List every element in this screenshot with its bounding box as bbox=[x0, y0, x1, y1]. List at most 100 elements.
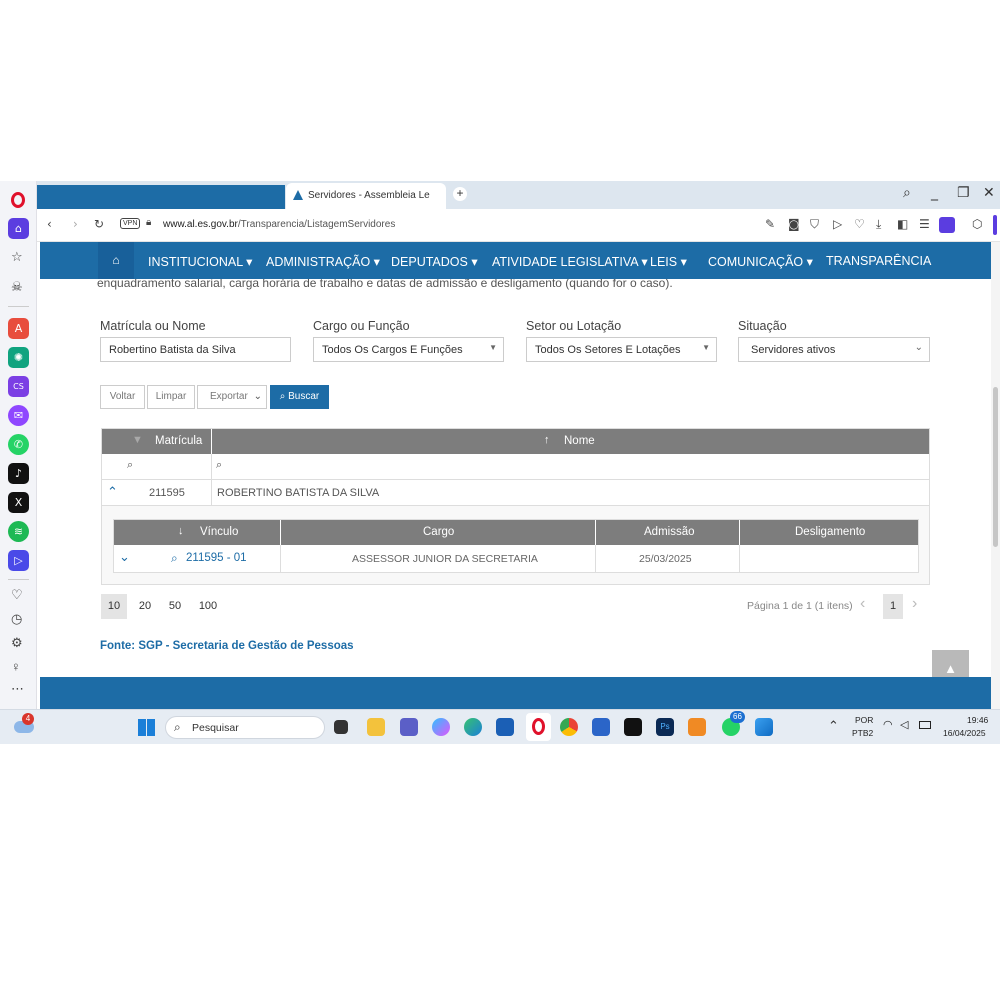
nav-transparencia[interactable]: TRANSPARÊNCIA bbox=[826, 254, 931, 268]
voltar-button[interactable]: Voltar bbox=[100, 385, 145, 409]
chatgpt-icon[interactable]: ✺ bbox=[8, 347, 29, 368]
battery-icon[interactable] bbox=[919, 721, 931, 729]
file-explorer-icon[interactable] bbox=[367, 718, 385, 736]
nav-institucional[interactable]: INSTITUCIONAL ▾ bbox=[148, 254, 252, 269]
page-size-10[interactable]: 10 bbox=[101, 594, 127, 619]
opera-taskbar-icon[interactable] bbox=[526, 713, 551, 741]
messenger-icon[interactable]: ✉ bbox=[8, 405, 29, 426]
opera-logo-icon[interactable] bbox=[11, 192, 25, 208]
download-icon[interactable]: ⤓ bbox=[876, 217, 881, 232]
chevron-down-icon[interactable]: ⌄ bbox=[119, 549, 130, 565]
sort-desc-icon[interactable]: ↓ bbox=[178, 525, 184, 537]
lang-bottom[interactable]: PTB2 bbox=[852, 728, 873, 738]
cargo-select[interactable]: Todos Os Cargos E Funções ▼ bbox=[313, 337, 504, 362]
taskbar-search[interactable]: ⌕ Pesquisar bbox=[165, 716, 325, 739]
bulb-icon[interactable]: ♀ bbox=[11, 659, 21, 674]
matricula-input[interactable]: Robertino Batista da Silva bbox=[100, 337, 291, 362]
back-to-top-button[interactable]: ▲ bbox=[932, 650, 969, 677]
store-icon[interactable] bbox=[496, 718, 514, 736]
close-icon[interactable]: ✕ bbox=[983, 185, 995, 201]
prev-page-icon[interactable]: ‹ bbox=[860, 595, 865, 613]
page-scrollbar[interactable] bbox=[991, 242, 1000, 709]
clock-time[interactable]: 19:46 bbox=[967, 715, 988, 725]
next-page-icon[interactable]: › bbox=[912, 595, 917, 613]
spotify-icon[interactable]: ≋ bbox=[8, 521, 29, 542]
home-nav-icon[interactable]: ⌂ bbox=[98, 242, 134, 279]
scroll-thumb[interactable] bbox=[993, 387, 998, 547]
wifi-icon[interactable]: ◠ bbox=[883, 718, 893, 731]
search-icon[interactable]: ⌕ bbox=[127, 459, 133, 472]
col-desligamento[interactable]: Desligamento bbox=[795, 526, 865, 538]
box-icon[interactable]: ⬡ bbox=[972, 217, 982, 231]
minimize-icon[interactable]: _ bbox=[931, 185, 938, 201]
volume-icon[interactable]: ◁ bbox=[900, 718, 908, 731]
sort-asc-icon[interactable]: ↑ bbox=[544, 434, 550, 446]
table-row[interactable]: ⌃ 211595 ROBERTINO BATISTA DA SILVA bbox=[102, 480, 929, 506]
whatsapp-icon[interactable]: ✆ bbox=[8, 434, 29, 455]
col-cargo[interactable]: Cargo bbox=[423, 526, 454, 538]
back-icon[interactable]: ‹ bbox=[47, 217, 52, 231]
media-icon[interactable] bbox=[688, 718, 706, 736]
reload-icon[interactable]: ↻ bbox=[94, 217, 104, 231]
exportar-select[interactable]: Exportar ⌄ bbox=[197, 385, 267, 409]
heart-icon[interactable]: ♡ bbox=[854, 217, 865, 231]
star-icon[interactable]: ☆ bbox=[11, 249, 23, 265]
current-page[interactable]: 1 bbox=[883, 594, 903, 619]
more-icon[interactable]: ⋯ bbox=[11, 681, 24, 697]
new-tab-button[interactable]: + bbox=[453, 187, 467, 201]
camera-icon[interactable]: ◙ bbox=[788, 217, 800, 231]
restore-icon[interactable]: ❐ bbox=[957, 185, 970, 201]
clock-date[interactable]: 16/04/2025 bbox=[943, 728, 986, 738]
start-icon[interactable] bbox=[138, 719, 155, 736]
col-nome[interactable]: Nome bbox=[564, 435, 595, 447]
edit-icon[interactable]: ✎ bbox=[765, 217, 775, 231]
detail-row[interactable]: ⌄ ⌕ 211595 - 01 ASSESSOR JUNIOR DA SECRE… bbox=[114, 545, 918, 572]
teams-icon[interactable] bbox=[400, 718, 418, 736]
x-icon[interactable]: X bbox=[8, 492, 29, 513]
vinculo-link[interactable]: 211595 - 01 bbox=[186, 552, 247, 564]
wallet-icon[interactable]: ◧ bbox=[897, 217, 908, 231]
chevron-up-icon[interactable]: ⌃ bbox=[107, 484, 118, 500]
sidebar-toggle[interactable] bbox=[993, 215, 997, 235]
chrome-icon[interactable] bbox=[560, 718, 578, 736]
settings-icon[interactable]: ⚙ bbox=[11, 635, 23, 651]
chevron-up-icon[interactable]: ⌃ bbox=[828, 718, 839, 734]
col-matricula[interactable]: Matrícula bbox=[155, 435, 202, 447]
edge-icon[interactable] bbox=[464, 718, 482, 736]
col-vinculo[interactable]: Vínculo bbox=[200, 526, 238, 538]
lang-top[interactable]: POR bbox=[855, 715, 873, 725]
history-icon[interactable]: ◷ bbox=[11, 611, 22, 627]
col-admissao[interactable]: Admissão bbox=[644, 526, 695, 538]
limpar-button[interactable]: Limpar bbox=[147, 385, 195, 409]
cs-icon[interactable]: CS bbox=[8, 376, 29, 397]
search-tabs-icon[interactable]: ⌕ bbox=[903, 185, 911, 201]
tab-group[interactable] bbox=[37, 185, 285, 209]
nav-leis[interactable]: LEIS ▾ bbox=[650, 254, 687, 269]
tiktok-icon[interactable]: ♪ bbox=[8, 463, 29, 484]
word-icon[interactable] bbox=[592, 718, 610, 736]
play-icon[interactable]: ▷ bbox=[833, 217, 842, 231]
capcut-icon[interactable] bbox=[624, 718, 642, 736]
home-icon[interactable]: ⌂ bbox=[8, 218, 29, 239]
player-icon[interactable]: ▷ bbox=[8, 550, 29, 571]
photos-icon[interactable] bbox=[755, 718, 773, 736]
nav-deputados[interactable]: DEPUTADOS ▾ bbox=[391, 254, 478, 269]
search-icon[interactable]: ⌕ bbox=[216, 459, 222, 472]
url-field[interactable]: www.al.es.gov.br/Transparencia/ListagemS… bbox=[163, 219, 395, 230]
nav-administracao[interactable]: ADMINISTRAÇÃO ▾ bbox=[266, 254, 380, 269]
shield-icon[interactable]: ⛉ bbox=[810, 217, 819, 232]
vpn-badge[interactable]: VPN bbox=[120, 218, 141, 229]
page-size-100[interactable]: 100 bbox=[194, 594, 222, 619]
page-size-20[interactable]: 20 bbox=[133, 594, 157, 619]
forward-icon[interactable]: › bbox=[73, 217, 78, 231]
photoshop-icon[interactable]: Ps bbox=[656, 718, 674, 736]
buscar-button[interactable]: ⌕ Buscar bbox=[270, 385, 329, 409]
nav-comunicacao[interactable]: COMUNICAÇÃO ▾ bbox=[708, 254, 813, 269]
profile-icon[interactable] bbox=[939, 217, 955, 233]
skull-icon[interactable]: ☠ bbox=[11, 279, 23, 295]
nav-atividade-legislativa[interactable]: ATIVIDADE LEGISLATIVA ▾ bbox=[492, 254, 648, 269]
heart-icon[interactable]: ♡ bbox=[11, 587, 23, 603]
situacao-select[interactable]: Servidores ativos ⌄ bbox=[738, 337, 930, 362]
copilot-icon[interactable] bbox=[432, 718, 450, 736]
aria-icon[interactable]: A bbox=[8, 318, 29, 339]
